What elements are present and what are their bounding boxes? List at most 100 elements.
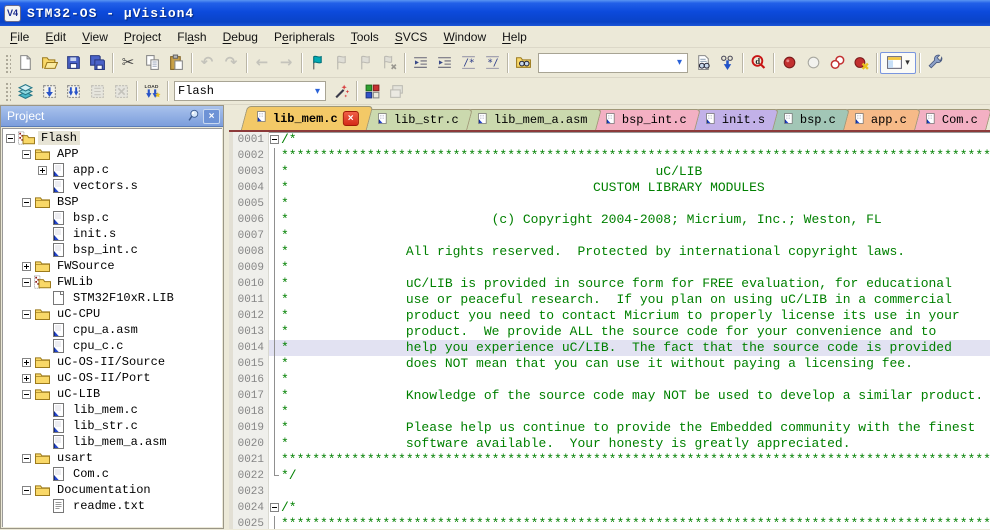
navigate-back-button[interactable]: ← [250, 52, 274, 74]
fold-collapse-icon[interactable] [270, 503, 279, 512]
expander-minus-icon[interactable] [22, 150, 31, 159]
tree-item-uc-cpu[interactable]: uC-CPU [2, 306, 222, 322]
expander-plus-icon[interactable] [22, 358, 31, 367]
tab-bsp-int-c[interactable]: bsp_int.c [590, 109, 700, 130]
target-select[interactable]: ▾ [174, 81, 326, 101]
paste-button[interactable] [164, 52, 188, 74]
save-button[interactable] [61, 52, 85, 74]
navigate-forward-button[interactable]: → [274, 52, 298, 74]
quick-find-button[interactable]: d [746, 52, 770, 74]
tab-app-c[interactable]: app.c [839, 109, 921, 130]
tab-lib-mem-a-asm[interactable]: lib_mem_a.asm [462, 109, 601, 130]
tree-item-uc-os-ii-source[interactable]: uC-OS-II/Source [2, 354, 222, 370]
comment-selection-button[interactable]: /* [456, 52, 480, 74]
expander-minus-icon[interactable] [22, 278, 31, 287]
pin-icon[interactable] [184, 109, 201, 124]
rebuild-all-button[interactable] [61, 80, 85, 102]
tree-item-fwsource[interactable]: FWSource [2, 258, 222, 274]
tab-lib-str-c[interactable]: lib_str.c [362, 109, 472, 130]
tab-com-c[interactable]: Com.c [910, 109, 990, 130]
copy-button[interactable] [140, 52, 164, 74]
breakpoint-enable-disable-button[interactable] [801, 52, 825, 74]
new-file-button[interactable] [13, 52, 37, 74]
build-button[interactable] [37, 80, 61, 102]
tree-item-cpu-a-asm[interactable]: cpu_a.asm [2, 322, 222, 338]
tree-item-bsp-int-c[interactable]: bsp_int.c [2, 242, 222, 258]
menu-debug[interactable]: Debug [215, 28, 266, 46]
tab-bsp-c[interactable]: bsp.c [768, 109, 850, 130]
target-options-button[interactable] [329, 80, 353, 102]
menu-peripherals[interactable]: Peripherals [266, 28, 343, 46]
fold-margin[interactable] [269, 500, 281, 516]
menu-tools[interactable]: Tools [343, 28, 387, 46]
tab-init-s[interactable]: init.s [690, 109, 779, 130]
project-tree[interactable]: FlashAPPapp.cvectors.sBSPbsp.cinit.sbsp_… [2, 128, 222, 527]
search-combo-dropdown-icon[interactable]: ▾ [672, 57, 687, 68]
window-layout-button[interactable]: ▾ [880, 52, 916, 74]
tree-item-init-s[interactable]: init.s [2, 226, 222, 242]
menu-edit[interactable]: Edit [37, 28, 74, 46]
expander-plus-icon[interactable] [38, 166, 47, 175]
code-editor[interactable]: 0001/*0002******************************… [229, 132, 990, 529]
tree-item-fwlib[interactable]: FWLib [2, 274, 222, 290]
menu-view[interactable]: View [74, 28, 116, 46]
menu-flash[interactable]: Flash [169, 28, 214, 46]
breakpoint-disable-all-button[interactable] [825, 52, 849, 74]
save-all-button[interactable] [85, 52, 109, 74]
target-select-dropdown-icon[interactable]: ▾ [310, 86, 325, 97]
fold-margin[interactable] [269, 132, 281, 148]
tree-item-cpu-c-c[interactable]: cpu_c.c [2, 338, 222, 354]
expander-minus-icon[interactable] [22, 198, 31, 207]
batch-build-button[interactable] [85, 80, 109, 102]
open-file-button[interactable] [37, 52, 61, 74]
translate-button[interactable] [13, 80, 37, 102]
bookmark-toggle-button[interactable] [305, 52, 329, 74]
stop-build-button[interactable] [109, 80, 133, 102]
menu-project[interactable]: Project [116, 28, 169, 46]
menu-help[interactable]: Help [494, 28, 535, 46]
window-layout-caret-icon[interactable]: ▾ [905, 57, 910, 68]
tree-item-app-c[interactable]: app.c [2, 162, 222, 178]
target-select-input[interactable] [175, 83, 310, 99]
expander-minus-icon[interactable] [22, 454, 31, 463]
bookmark-next-button[interactable] [353, 52, 377, 74]
expander-plus-icon[interactable] [22, 374, 31, 383]
breakpoint-kill-all-button[interactable] [849, 52, 873, 74]
menu-window[interactable]: Window [435, 28, 494, 46]
find-in-files-button[interactable] [511, 52, 535, 74]
undo-button[interactable]: ↶ [195, 52, 219, 74]
tree-item-readme-txt[interactable]: readme.txt [2, 498, 222, 514]
fold-collapse-icon[interactable] [270, 135, 279, 144]
tree-item-lib-mem-c[interactable]: lib_mem.c [2, 402, 222, 418]
menu-svcs[interactable]: SVCS [387, 28, 436, 46]
tree-item-stm32f10xr-lib[interactable]: STM32F10xR.LIB [2, 290, 222, 306]
tree-item-documentation[interactable]: Documentation [2, 482, 222, 498]
expander-minus-icon[interactable] [22, 390, 31, 399]
incremental-find-button[interactable] [715, 52, 739, 74]
tab-lib-mem-c[interactable]: lib_mem.c× [241, 106, 373, 130]
tree-item-flash[interactable]: Flash [2, 130, 222, 146]
bookmark-previous-button[interactable] [329, 52, 353, 74]
unindent-button[interactable] [408, 52, 432, 74]
tab-close-button[interactable]: × [343, 111, 359, 126]
tree-item-app[interactable]: APP [2, 146, 222, 162]
close-icon[interactable]: × [203, 109, 220, 124]
tree-item-uc-lib[interactable]: uC-LIB [2, 386, 222, 402]
expander-plus-icon[interactable] [22, 262, 31, 271]
find-button[interactable] [691, 52, 715, 74]
expander-minus-icon[interactable] [22, 486, 31, 495]
tree-item-lib-mem-a-asm[interactable]: lib_mem_a.asm [2, 434, 222, 450]
bookmark-clear-all-button[interactable] [377, 52, 401, 74]
configure-button[interactable] [923, 52, 947, 74]
expander-minus-icon[interactable] [6, 134, 15, 143]
download-flash-button[interactable]: LOAD [140, 80, 164, 102]
tree-item-bsp[interactable]: BSP [2, 194, 222, 210]
breakpoint-toggle-button[interactable] [777, 52, 801, 74]
search-combo[interactable]: ▾ [538, 53, 688, 73]
cut-button[interactable]: ✂ [116, 52, 140, 74]
tree-item-uc-os-ii-port[interactable]: uC-OS-II/Port [2, 370, 222, 386]
tree-item-bsp-c[interactable]: bsp.c [2, 210, 222, 226]
redo-button[interactable]: ↷ [219, 52, 243, 74]
manage-components-button[interactable] [360, 80, 384, 102]
menu-file[interactable]: File [2, 28, 37, 46]
